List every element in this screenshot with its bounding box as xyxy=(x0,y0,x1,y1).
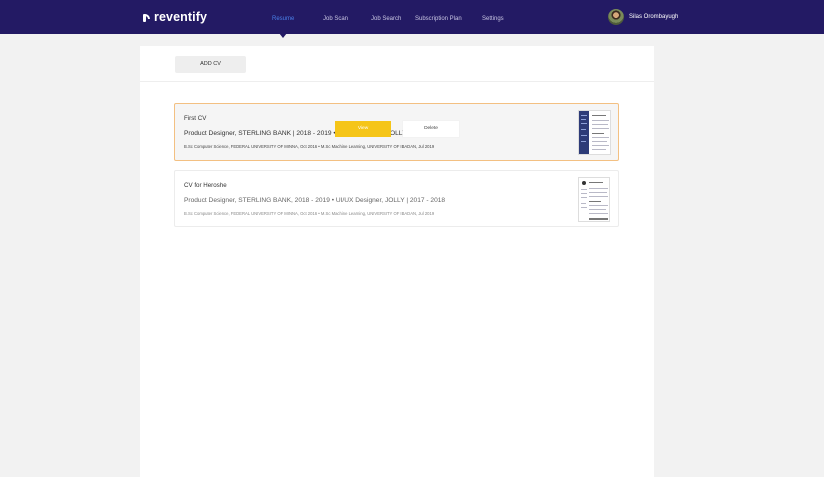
cv-title: First CV xyxy=(184,115,207,122)
cv-education: B.Sc Computer Science, FEDERAL UNIVERSIT… xyxy=(184,211,435,216)
delete-cv-button[interactable]: Delete xyxy=(403,121,459,137)
cv-thumbnail[interactable] xyxy=(578,177,610,222)
cv-roles: Product Designer, STERLING BANK, 2018 - … xyxy=(184,197,446,204)
top-navbar xyxy=(0,0,824,34)
reventify-logo-icon xyxy=(143,12,151,23)
cv-education: B.Sc Computer Science, FEDERAL UNIVERSIT… xyxy=(184,144,435,149)
nav-item-job-scan[interactable]: Job Scan xyxy=(323,0,348,34)
cv-card-heroshe[interactable]: CV for Heroshe Product Designer, STERLIN… xyxy=(174,170,619,227)
add-cv-button[interactable]: ADD CV xyxy=(175,56,246,73)
cv-title: CV for Heroshe xyxy=(184,182,227,189)
active-nav-caret-icon xyxy=(279,33,287,38)
brand-name: reventify xyxy=(154,10,208,24)
brand-logo[interactable]: reventify xyxy=(143,10,207,24)
nav-item-job-search[interactable]: Job Search xyxy=(371,0,401,34)
nav-item-settings[interactable]: Settings xyxy=(482,0,504,34)
cv-card-first-cv[interactable]: First CV Product Designer, STERLING BANK… xyxy=(174,103,619,161)
view-cv-button[interactable]: View xyxy=(335,121,391,137)
cv-thumbnail[interactable] xyxy=(578,110,611,155)
avatar xyxy=(608,9,624,25)
nav-item-subscription-plan[interactable]: Subscription Plan xyxy=(415,0,462,34)
user-name: Silas Orombayugh xyxy=(629,14,679,20)
user-menu[interactable]: Silas Orombayugh xyxy=(608,9,678,25)
nav-item-resume[interactable]: Resume xyxy=(272,0,294,34)
toolbar-divider xyxy=(140,81,654,82)
